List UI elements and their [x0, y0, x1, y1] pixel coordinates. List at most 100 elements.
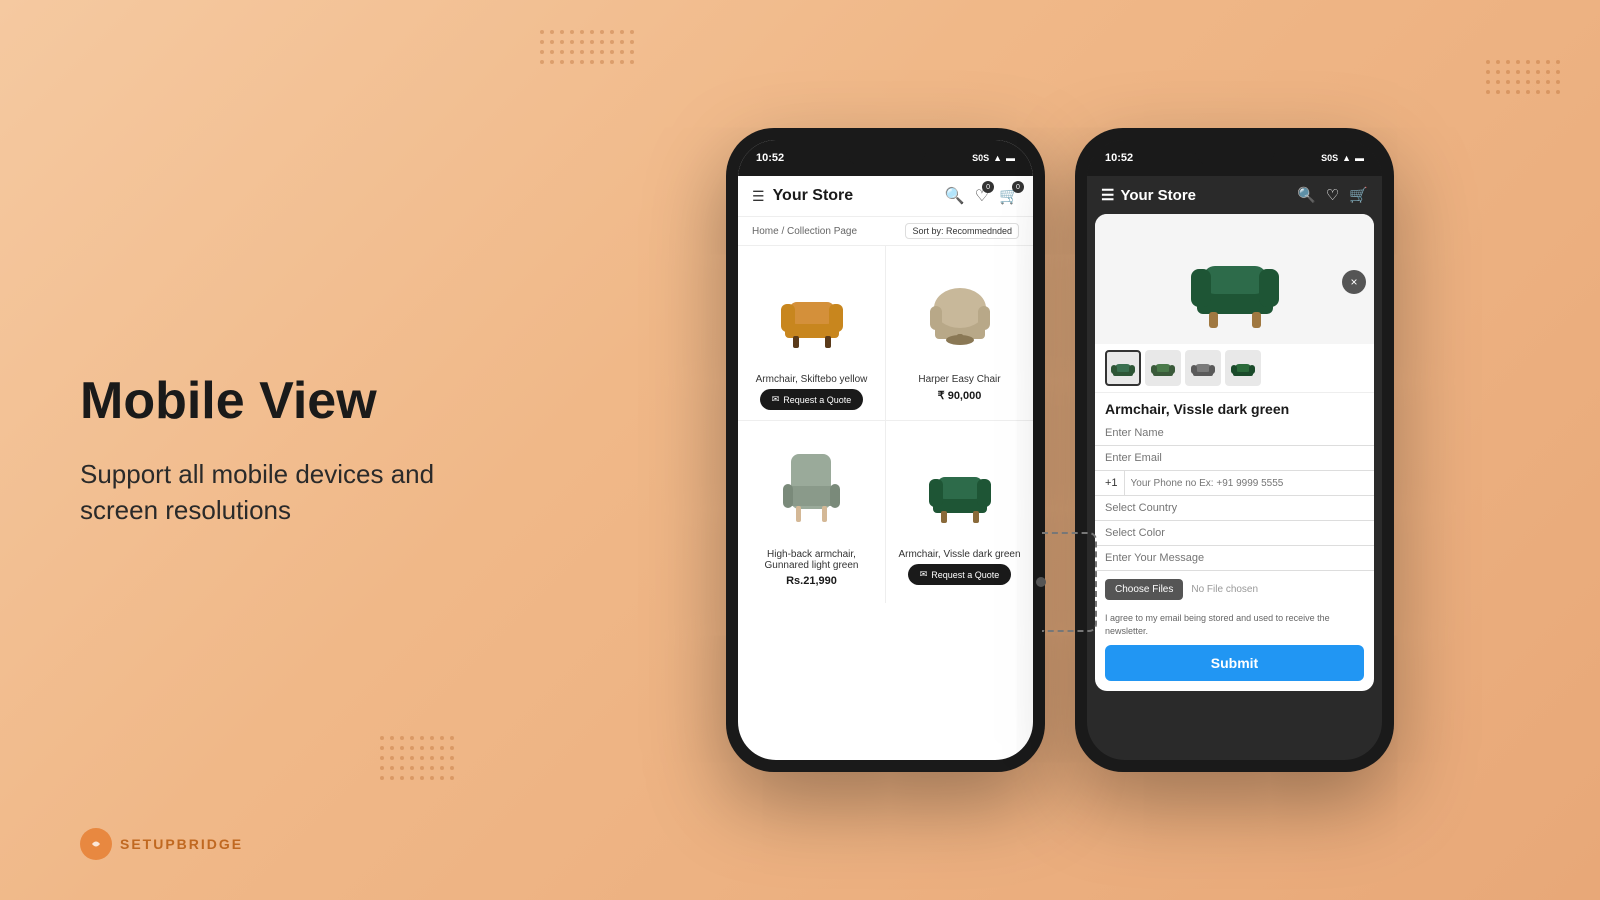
phone-2-notch	[1195, 140, 1275, 166]
file-upload-row: Choose Files No File chosen	[1095, 571, 1374, 608]
phone-2-statusbar: 10:52 S0S ▲ ▬	[1087, 140, 1382, 176]
product-price-3: Rs.21,990	[786, 575, 837, 587]
dark-cart-icon[interactable]: 🛒	[1349, 186, 1368, 204]
phone-1-store-header: ☰ Your Store 🔍 ♡0 🛒0	[738, 176, 1033, 217]
wifi-icon-2: ▲	[1342, 153, 1351, 163]
phone-input[interactable]	[1131, 472, 1364, 495]
modal-thumbnails	[1095, 344, 1374, 393]
dark-wishlist-icon[interactable]: ♡	[1326, 186, 1339, 204]
wifi-icon: ▲	[993, 153, 1002, 163]
country-input[interactable]	[1095, 496, 1374, 521]
phone-1-statusbar: 10:52 S0S ▲ ▬	[738, 140, 1033, 176]
product-name-4: Armchair, Vissle dark green	[898, 549, 1020, 560]
dark-header-icons: 🔍 ♡ 🛒	[1297, 186, 1368, 204]
choose-files-button[interactable]: Choose Files	[1105, 579, 1183, 600]
logo-label: SETUPBRIDGE	[120, 836, 243, 852]
search-icon[interactable]: 🔍	[945, 186, 965, 206]
phone-2-frame: 10:52 S0S ▲ ▬ ☰ Your Store 🔍	[1075, 128, 1394, 772]
product-card-4: Armchair, Vissle dark green ✉ Request a …	[886, 421, 1033, 603]
cart-badge: 0	[1012, 181, 1024, 193]
thumbnail-4[interactable]	[1225, 350, 1261, 386]
left-section: Mobile View Support all mobile devices a…	[0, 312, 520, 589]
color-input[interactable]	[1095, 521, 1374, 546]
beige-chair-svg	[915, 266, 1005, 356]
dark-store-name-area: ☰ Your Store	[1101, 186, 1196, 204]
product-name-2: Harper Easy Chair	[918, 374, 1000, 385]
sos-icon-2: S0S	[1321, 153, 1338, 163]
envelope-icon-1: ✉	[772, 394, 780, 405]
logo-icon	[80, 828, 112, 860]
product-grid: Armchair, Skiftebo yellow ✉ Request a Qu…	[738, 246, 1033, 603]
phone-2-store-header: ☰ Your Store 🔍 ♡ 🛒	[1087, 176, 1382, 214]
dark-hamburger-icon[interactable]: ☰	[1101, 186, 1114, 204]
cart-icon[interactable]: 🛒0	[999, 186, 1019, 206]
consent-text: I agree to my email being stored and use…	[1095, 608, 1374, 645]
breadcrumb: Home / Collection Page	[752, 226, 857, 237]
modal-chair-svg	[1175, 224, 1295, 334]
country-code: +1	[1105, 471, 1125, 495]
quote-modal: Armchair, Vissle dark green +1	[1095, 214, 1374, 691]
product-name-1: Armchair, Skiftebo yellow	[756, 374, 868, 385]
product-card-1: Armchair, Skiftebo yellow ✉ Request a Qu…	[738, 246, 885, 420]
bottom-logo: SETUPBRIDGE	[80, 828, 243, 860]
thumbnail-3[interactable]	[1185, 350, 1221, 386]
product-name-3: High-back armchair, Gunnared light green	[746, 549, 877, 571]
thumbnail-1[interactable]	[1105, 350, 1141, 386]
product-image-1	[746, 256, 877, 366]
lightgreen-chair-svg	[769, 436, 854, 536]
yellow-chair-svg	[767, 266, 857, 356]
product-image-4	[894, 431, 1025, 541]
modal-product-image	[1095, 214, 1374, 344]
connector-line	[1042, 532, 1097, 632]
thumbnail-2[interactable]	[1145, 350, 1181, 386]
dark-store-name: Your Store	[1120, 187, 1196, 204]
submit-button[interactable]: Submit	[1105, 645, 1364, 681]
phone-1-time: 10:52	[756, 152, 784, 164]
modal-container: ×	[1087, 214, 1382, 691]
darkgreen-chair-svg	[915, 441, 1005, 531]
phones-container: 10:52 S0S ▲ ▬ ☰ Your Store 🔍	[520, 128, 1600, 772]
wishlist-badge: 0	[982, 181, 994, 193]
hamburger-icon[interactable]: ☰	[752, 188, 765, 205]
phone-2-screen: 10:52 S0S ▲ ▬ ☰ Your Store 🔍	[1087, 140, 1382, 760]
dots-decoration-top-right	[1486, 60, 1560, 94]
dark-search-icon[interactable]: 🔍	[1297, 186, 1316, 204]
battery-icon-2: ▬	[1355, 153, 1364, 163]
close-icon: ×	[1350, 275, 1357, 289]
setupbridge-icon	[87, 835, 105, 853]
product-price-2: ₹ 90,000	[938, 389, 982, 402]
modal-close-button[interactable]: ×	[1342, 270, 1366, 294]
dots-decoration-bottom-left	[380, 736, 454, 780]
name-input[interactable]	[1095, 421, 1374, 446]
page-headline: Mobile View	[80, 372, 440, 432]
product-card-2: Harper Easy Chair ₹ 90,000	[886, 246, 1033, 420]
email-input[interactable]	[1095, 446, 1374, 471]
phone-field-row: +1	[1095, 471, 1374, 496]
product-image-3	[746, 431, 877, 541]
sort-dropdown[interactable]: Sort by: Recommednded	[905, 223, 1019, 239]
header-icons: 🔍 ♡0 🛒0	[945, 186, 1019, 206]
phone-1-frame: 10:52 S0S ▲ ▬ ☰ Your Store 🔍	[726, 128, 1045, 772]
connector-dot	[1036, 577, 1046, 587]
product-image-2	[894, 256, 1025, 366]
modal-product-title: Armchair, Vissle dark green	[1095, 393, 1374, 421]
breadcrumb-bar: Home / Collection Page Sort by: Recommed…	[738, 217, 1033, 246]
quote-btn-1[interactable]: ✉ Request a Quote	[760, 389, 864, 410]
quote-btn-4[interactable]: ✉ Request a Quote	[908, 564, 1012, 585]
product-card-3: High-back armchair, Gunnared light green…	[738, 421, 885, 603]
file-status: No File chosen	[1191, 584, 1258, 595]
page-container: Mobile View Support all mobile devices a…	[0, 0, 1600, 900]
phone-1-status-icons: S0S ▲ ▬	[972, 153, 1015, 163]
envelope-icon-4: ✉	[920, 569, 928, 580]
phone-1-notch	[846, 140, 926, 166]
battery-icon: ▬	[1006, 153, 1015, 163]
sos-icon: S0S	[972, 153, 989, 163]
message-input[interactable]	[1095, 546, 1374, 571]
store-name: Your Store	[773, 187, 854, 205]
phone-1-screen: 10:52 S0S ▲ ▬ ☰ Your Store 🔍	[738, 140, 1033, 760]
wishlist-icon[interactable]: ♡0	[975, 186, 989, 206]
phone-2-time: 10:52	[1105, 152, 1133, 164]
page-subtext: Support all mobile devices and screen re…	[80, 456, 440, 529]
dots-decoration-top	[540, 30, 634, 64]
phone-2-status-icons: S0S ▲ ▬	[1321, 153, 1364, 163]
